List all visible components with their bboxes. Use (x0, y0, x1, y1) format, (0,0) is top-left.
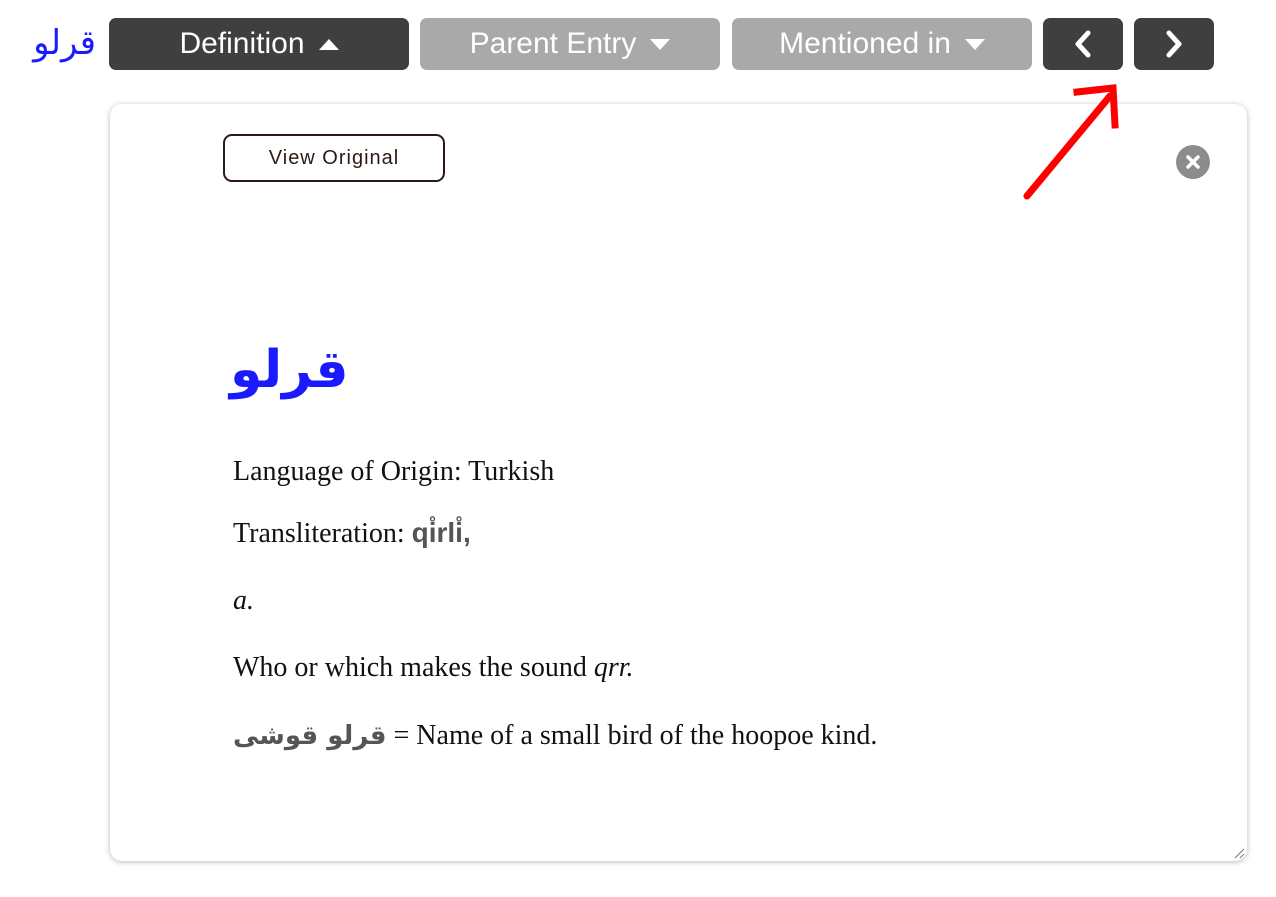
caret-down-icon (650, 38, 671, 50)
tab-definition-label: Definition (179, 27, 305, 60)
tab-parent-entry-label: Parent Entry (469, 27, 637, 60)
close-button[interactable] (1176, 145, 1210, 179)
transliteration-label: Transliteration: (233, 518, 412, 549)
close-circle-icon (1186, 155, 1200, 169)
definition-line: Who or which makes the sound qrr. (233, 652, 634, 684)
origin-label: Language of Origin: (233, 456, 469, 487)
part-of-speech: a. (233, 585, 254, 616)
definition-panel: View Original قرلو Language of Origin: T… (110, 104, 1247, 861)
annotation-arrow-icon (1023, 84, 1119, 200)
transliteration-value: qi̊rli̊ (411, 517, 463, 548)
transliteration-line: Transliteration: qi̊rli̊, (233, 517, 471, 550)
origin-value: Turkish (468, 456, 555, 487)
tab-mentioned-in-label: Mentioned in (779, 27, 951, 60)
definition-term: qrr. (593, 652, 634, 683)
resize-handle-icon[interactable] (1233, 847, 1245, 859)
tab-mentioned-in[interactable]: Mentioned in (732, 18, 1032, 70)
entry-title: قرلو (230, 340, 349, 400)
view-original-button[interactable]: View Original (223, 134, 445, 182)
transliteration-suffix: , (462, 517, 471, 548)
phrase-meaning: = Name of a small bird of the hoopoe kin… (386, 720, 878, 751)
next-button[interactable] (1134, 18, 1214, 70)
chevron-right-icon (1166, 30, 1182, 58)
headword-link[interactable]: قرلو (26, 18, 96, 68)
prev-button[interactable] (1043, 18, 1123, 70)
phrase-line: قرلو قوشی = Name of a small bird of the … (233, 720, 877, 752)
caret-up-icon (318, 38, 339, 50)
origin-line: Language of Origin: Turkish (233, 456, 554, 488)
tab-parent-entry[interactable]: Parent Entry (420, 18, 720, 70)
tab-definition[interactable]: Definition (109, 18, 409, 70)
phrase-urdu: قرلو قوشی (233, 721, 387, 751)
definition-prefix: Who or which makes the sound (233, 652, 594, 683)
chevron-left-icon (1075, 30, 1091, 58)
caret-down-icon (964, 38, 985, 50)
